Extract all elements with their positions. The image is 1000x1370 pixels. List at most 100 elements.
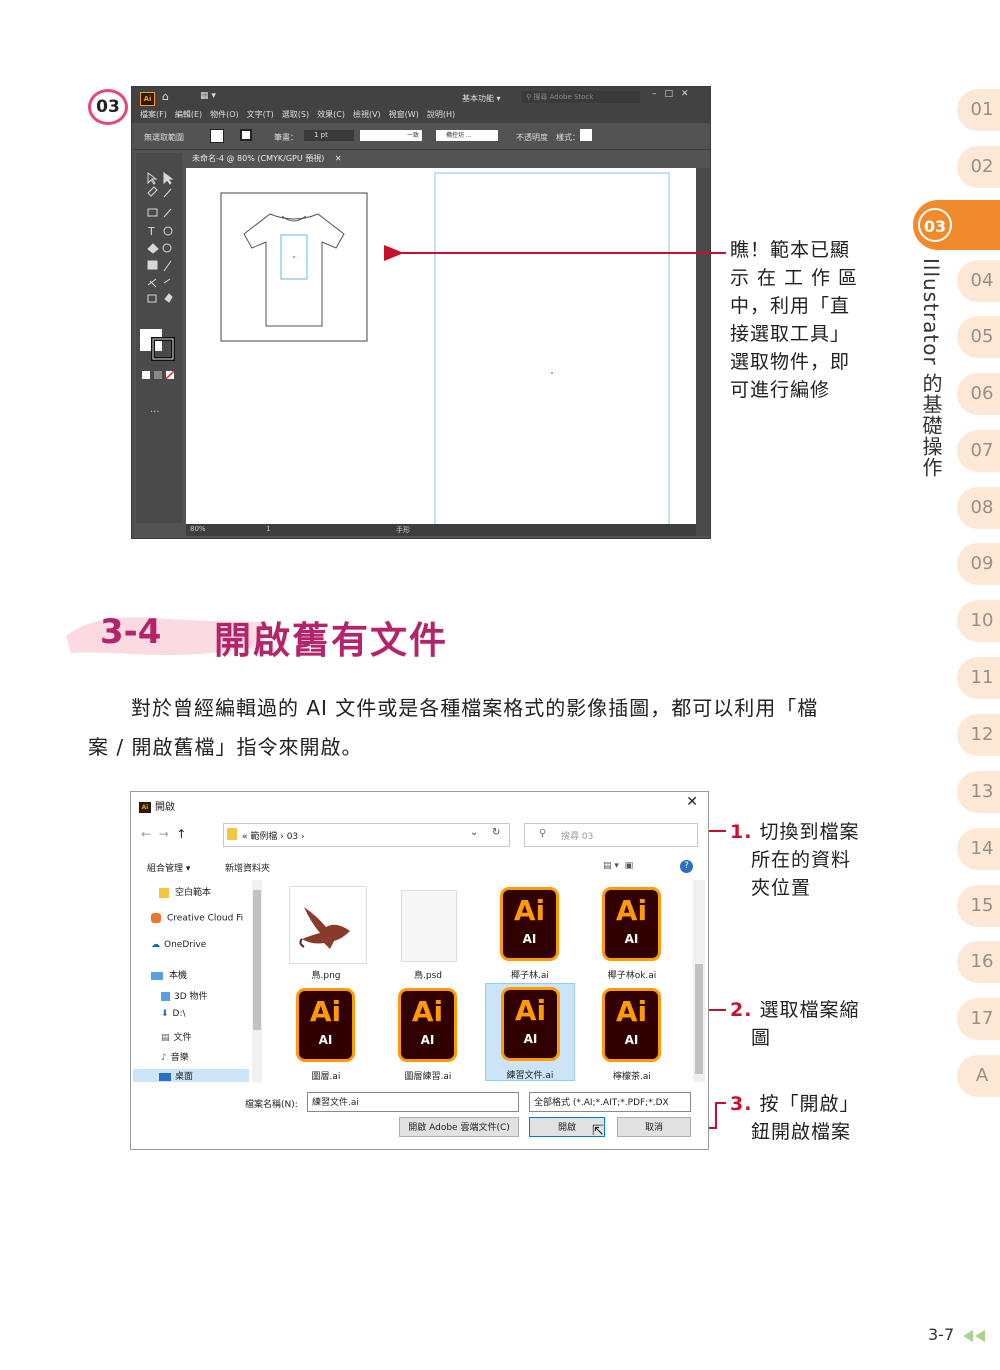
address-bar[interactable]: « 範例檔 › 03 › ⌄ ↻ <box>223 823 510 847</box>
file-item-bird-png[interactable]: 鳥.png <box>281 884 371 984</box>
ai-icon-sub: AI <box>624 932 639 946</box>
blank-file-icon <box>401 890 457 962</box>
ai-icon-sub: AI <box>420 1033 435 1047</box>
ai-file-icon: Ai AI <box>500 887 559 961</box>
close-icon[interactable]: ✕ <box>686 794 698 810</box>
note-line: 選取物件，即 <box>730 351 851 373</box>
cube-icon <box>161 992 170 1001</box>
new-folder-button[interactable]: 新增資料夾 <box>225 861 270 874</box>
address-path: « 範例檔 › 03 › <box>242 832 305 842</box>
sidebar-item-creative-cloud[interactable]: Creative Cloud Fi <box>151 913 243 924</box>
file-name: 椰子林.ai <box>511 971 549 981</box>
note-line: 夾位置 <box>751 877 812 899</box>
ai-file-icon: Ai AI <box>602 988 661 1062</box>
view-options-icon[interactable]: ▤ ▾ ▣ <box>603 861 633 871</box>
files-scroll-thumb[interactable] <box>695 964 703 1074</box>
file-name: 練習文件.ai <box>506 1071 554 1081</box>
sidebar-item-music[interactable]: ♪ 音樂 <box>161 1050 189 1063</box>
file-item-layers-practice-ai[interactable]: Ai AI 圖層練習.ai <box>383 985 473 1085</box>
file-item-bird-psd[interactable]: 鳥.psd <box>383 884 473 984</box>
note-line: 示在工作區 <box>730 267 866 289</box>
filename-label: 檔案名稱(N): <box>245 1100 298 1110</box>
file-name: 圖層.ai <box>311 1072 341 1082</box>
file-item-coconut-ai[interactable]: Ai AI 椰子林.ai <box>485 884 575 984</box>
sidebar-item-desktop[interactable]: 桌面 <box>133 1069 249 1082</box>
bird-image <box>299 907 350 949</box>
sidebar-label: 3D 物件 <box>174 992 208 1002</box>
file-item-layers-ai[interactable]: Ai AI 圖層.ai <box>281 985 371 1085</box>
mouse-cursor-icon: ⇱ <box>592 1123 604 1139</box>
ai-icon-text: Ai <box>309 995 342 1028</box>
sidebar-label: OneDrive <box>164 940 207 950</box>
cloud-icon: ☁ <box>151 940 160 950</box>
forward-icon[interactable]: → <box>159 827 169 841</box>
page-number-text: 3-7 <box>928 1325 955 1344</box>
step-number: 1. <box>730 821 753 843</box>
note-line: 圖 <box>751 1027 772 1049</box>
ai-icon-sub: AI <box>523 1032 538 1046</box>
cancel-button[interactable]: 取消 <box>617 1117 691 1137</box>
up-icon[interactable]: ↑ <box>176 827 186 841</box>
sidebar-label: 空白範本 <box>175 888 212 898</box>
ai-file-icon: Ai AI <box>398 988 457 1062</box>
ai-icon-sub: AI <box>318 1033 333 1047</box>
ai-icon-text: Ai <box>411 995 444 1028</box>
ai-icon-text: Ai <box>514 994 547 1027</box>
dialog-title: Ai 開啟 <box>139 798 175 813</box>
desktop-icon <box>159 1072 171 1081</box>
folder-icon <box>159 887 169 898</box>
ai-file-icon: Ai AI <box>602 887 661 961</box>
sidebar-item-blank-template[interactable]: 空白範本 <box>151 885 211 898</box>
file-item-practice-doc-ai-selected[interactable]: Ai AI 練習文件.ai <box>485 983 575 1081</box>
computer-icon <box>151 971 163 980</box>
double-arrow-left-icon <box>963 1329 986 1342</box>
organize-button[interactable]: 組合管理 ▾ <box>147 861 190 874</box>
ai-icon-text: Ai <box>615 894 648 927</box>
ai-icon-text: Ai <box>615 995 648 1028</box>
sidebar-item-onedrive[interactable]: ☁ OneDrive <box>151 940 206 950</box>
help-icon[interactable]: ? <box>680 860 693 873</box>
file-item-coconut-ok-ai[interactable]: Ai AI 椰子林ok.ai <box>587 884 677 984</box>
sidebar-item-this-pc[interactable]: 本機 <box>151 968 187 981</box>
step-number: 2. <box>730 999 753 1021</box>
file-item-lemon-tea-ai[interactable]: Ai AI 檸檬茶.ai <box>587 985 677 1085</box>
page-number: 3-7 <box>928 1325 989 1344</box>
open-cloud-document-button[interactable]: 開啟 Adobe 雲端文件(C) <box>399 1117 519 1137</box>
sidebar-label: Creative Cloud Fi <box>167 913 244 924</box>
file-name: 檸檬茶.ai <box>613 1072 651 1082</box>
filename-input[interactable]: 練習文件.ai <box>307 1092 519 1112</box>
note-line: 瞧！範本已顯 <box>730 239 851 261</box>
refresh-icon[interactable]: ↻ <box>492 827 500 838</box>
sidebar-label: D:\ <box>172 1009 186 1019</box>
note-line: 所在的資料 <box>751 849 852 871</box>
file-name: 鳥.psd <box>414 971 442 981</box>
sidebar-scrollbar[interactable] <box>252 880 262 1082</box>
sidebar-label: 文件 <box>173 1033 192 1043</box>
sidebar-scroll-thumb[interactable] <box>253 890 261 1030</box>
file-name: 鳥.png <box>311 971 341 981</box>
note-line: 接選取工具」 <box>730 323 851 345</box>
files-scrollbar[interactable] <box>693 880 705 1082</box>
note-line: 切換到檔案 <box>759 821 860 843</box>
sidebar-item-documents[interactable]: ▤ 文件 <box>161 1030 192 1043</box>
sidebar-label: 桌面 <box>175 1072 194 1082</box>
search-box[interactable]: ⚲ 搜尋 03 <box>524 823 698 847</box>
dialog-title-text: 開啟 <box>155 802 175 813</box>
note-step-2: 2. 選取檔案縮 圖 <box>730 996 860 1052</box>
file-type-select[interactable]: 全部格式 (*.AI;*.AIT;*.PDF;*.DX <box>529 1092 691 1112</box>
note-line: 中，利用「直 <box>730 295 851 317</box>
body-paragraph-line-1: 對於曾經編輯過的 AI 文件或是各種檔案格式的影像插圖，都可以利用「檔 <box>131 696 819 720</box>
sidebar-item-3d-objects[interactable]: 3D 物件 <box>161 989 208 1002</box>
ai-icon-sub: AI <box>624 1033 639 1047</box>
ai-file-icon: Ai AI <box>296 988 355 1062</box>
sidebar-label: 本機 <box>169 971 188 981</box>
sidebar-item-d-drive[interactable]: ⬇ D:\ <box>161 1009 186 1019</box>
nav-buttons[interactable]: ← → ↑ <box>141 827 186 841</box>
open-file-dialog: Ai 開啟 ✕ ← → ↑ « 範例檔 › 03 › ⌄ ↻ ⚲ 搜尋 03 組合… <box>130 791 709 1150</box>
download-icon: ⬇ <box>161 1009 169 1019</box>
note-step-1: 1. 切換到檔案 所在的資料 夾位置 <box>730 818 860 902</box>
back-icon[interactable]: ← <box>141 827 151 841</box>
section-number: 3-4 <box>100 612 162 652</box>
folder-icon <box>227 828 237 840</box>
chevron-down-icon[interactable]: ⌄ <box>470 827 478 838</box>
